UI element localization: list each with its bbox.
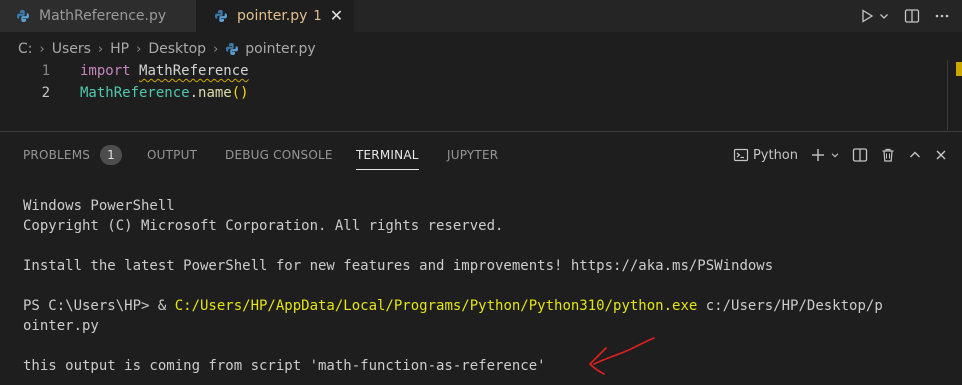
close-icon[interactable] xyxy=(934,148,948,162)
tab-pointer[interactable]: pointer.py 1 ✕ xyxy=(196,0,354,32)
module-token: MathReference xyxy=(139,63,249,79)
editor-tab-bar: MathReference.py pointer.py 1 ✕ xyxy=(0,0,962,32)
split-editor-icon[interactable] xyxy=(904,8,920,24)
breadcrumb-file-label: pointer.py xyxy=(245,41,316,57)
chevron-right-icon: › xyxy=(39,41,45,57)
dot-token: . xyxy=(189,85,199,101)
tab-jupyter[interactable]: JUPYTER xyxy=(447,140,498,170)
problem-count-badge: 1 xyxy=(313,8,322,24)
run-button[interactable] xyxy=(860,9,890,23)
red-arrow-annotation xyxy=(588,337,655,375)
tab-label: pointer.py xyxy=(237,8,308,24)
terminal-output[interactable]: Windows PowerShell Copyright (C) Microso… xyxy=(23,196,883,376)
terminal-icon xyxy=(733,148,749,162)
panel-actions: Python xyxy=(733,140,948,170)
line-number: 2 xyxy=(41,85,50,101)
more-actions-icon[interactable] xyxy=(934,8,950,24)
line-number: 1 xyxy=(41,63,50,79)
warning-scroll-marker[interactable] xyxy=(956,62,962,76)
new-terminal-button[interactable] xyxy=(810,147,840,163)
breadcrumb-item[interactable]: Users xyxy=(52,41,91,57)
chevron-right-icon: › xyxy=(97,41,104,57)
terminal-line: Windows PowerShell xyxy=(23,198,175,214)
trash-icon[interactable] xyxy=(880,147,896,163)
breadcrumb-item[interactable]: Desktop xyxy=(148,41,206,57)
code-text: MathReference.name() xyxy=(80,82,249,104)
terminal-command-line: PS C:\Users\HP> & C:/Users/HP/AppData/Lo… xyxy=(23,296,883,316)
tab-mathreference[interactable]: MathReference.py xyxy=(0,0,196,32)
split-terminal-icon[interactable] xyxy=(852,147,868,163)
code-line[interactable]: 2 MathReference.name() xyxy=(0,82,962,104)
terminal-line: ointer.py xyxy=(23,318,99,334)
script-path: c:/Users/HP/Desktop/p xyxy=(697,298,883,314)
tab-output[interactable]: OUTPUT xyxy=(147,140,197,170)
tab-label: MathReference.py xyxy=(39,8,167,24)
python-file-icon xyxy=(16,9,30,23)
code-editor[interactable]: 1 import MathReference 2 MathReference.n… xyxy=(0,60,962,104)
python-exe-path: C:/Users/HP/AppData/Local/Programs/Pytho… xyxy=(174,298,698,314)
chevron-down-icon xyxy=(880,14,888,19)
minimap-divider xyxy=(947,60,948,130)
tab-terminal[interactable]: TERMINAL xyxy=(356,140,419,170)
chevron-up-icon[interactable] xyxy=(908,148,922,162)
breadcrumb: C: › Users › HP › Desktop › pointer.py xyxy=(18,38,316,60)
terminal-profile-label: Python xyxy=(752,147,798,163)
module-token: MathReference xyxy=(80,85,190,101)
code-text: import MathReference xyxy=(80,60,249,82)
panel-divider[interactable] xyxy=(0,131,962,132)
bracket-token: () xyxy=(231,85,249,101)
problems-count-badge: 1 xyxy=(100,145,123,165)
terminal-line: Copyright (C) Microsoft Corporation. All… xyxy=(23,218,504,234)
breadcrumb-file[interactable]: pointer.py xyxy=(225,41,316,57)
chevron-right-icon: › xyxy=(136,41,142,57)
python-file-icon xyxy=(214,9,228,23)
code-line[interactable]: 1 import MathReference xyxy=(0,60,962,82)
terminal-line: Install the latest PowerShell for new fe… xyxy=(23,258,774,274)
terminal-prompt: PS C:\Users\HP> & xyxy=(23,298,175,314)
terminal-profile-button[interactable]: Python xyxy=(733,147,798,163)
close-icon[interactable]: ✕ xyxy=(330,8,343,24)
chevron-right-icon: › xyxy=(213,41,219,57)
function-token: name xyxy=(198,85,232,101)
keyword-token: import xyxy=(80,63,131,79)
python-file-icon xyxy=(225,42,239,56)
tab-debug-console[interactable]: DEBUG CONSOLE xyxy=(225,140,333,170)
tab-problems[interactable]: PROBLEMS 1 xyxy=(23,140,123,170)
run-icon xyxy=(862,9,874,23)
editor-actions xyxy=(860,0,950,32)
tab-problems-label: PROBLEMS xyxy=(23,148,91,162)
script-output-line: this output is coming from script 'math-… xyxy=(23,358,546,374)
chevron-down-icon xyxy=(831,153,839,158)
breadcrumb-item[interactable]: C: xyxy=(18,41,33,57)
breadcrumb-item[interactable]: HP xyxy=(110,41,129,57)
add-icon xyxy=(812,149,824,161)
